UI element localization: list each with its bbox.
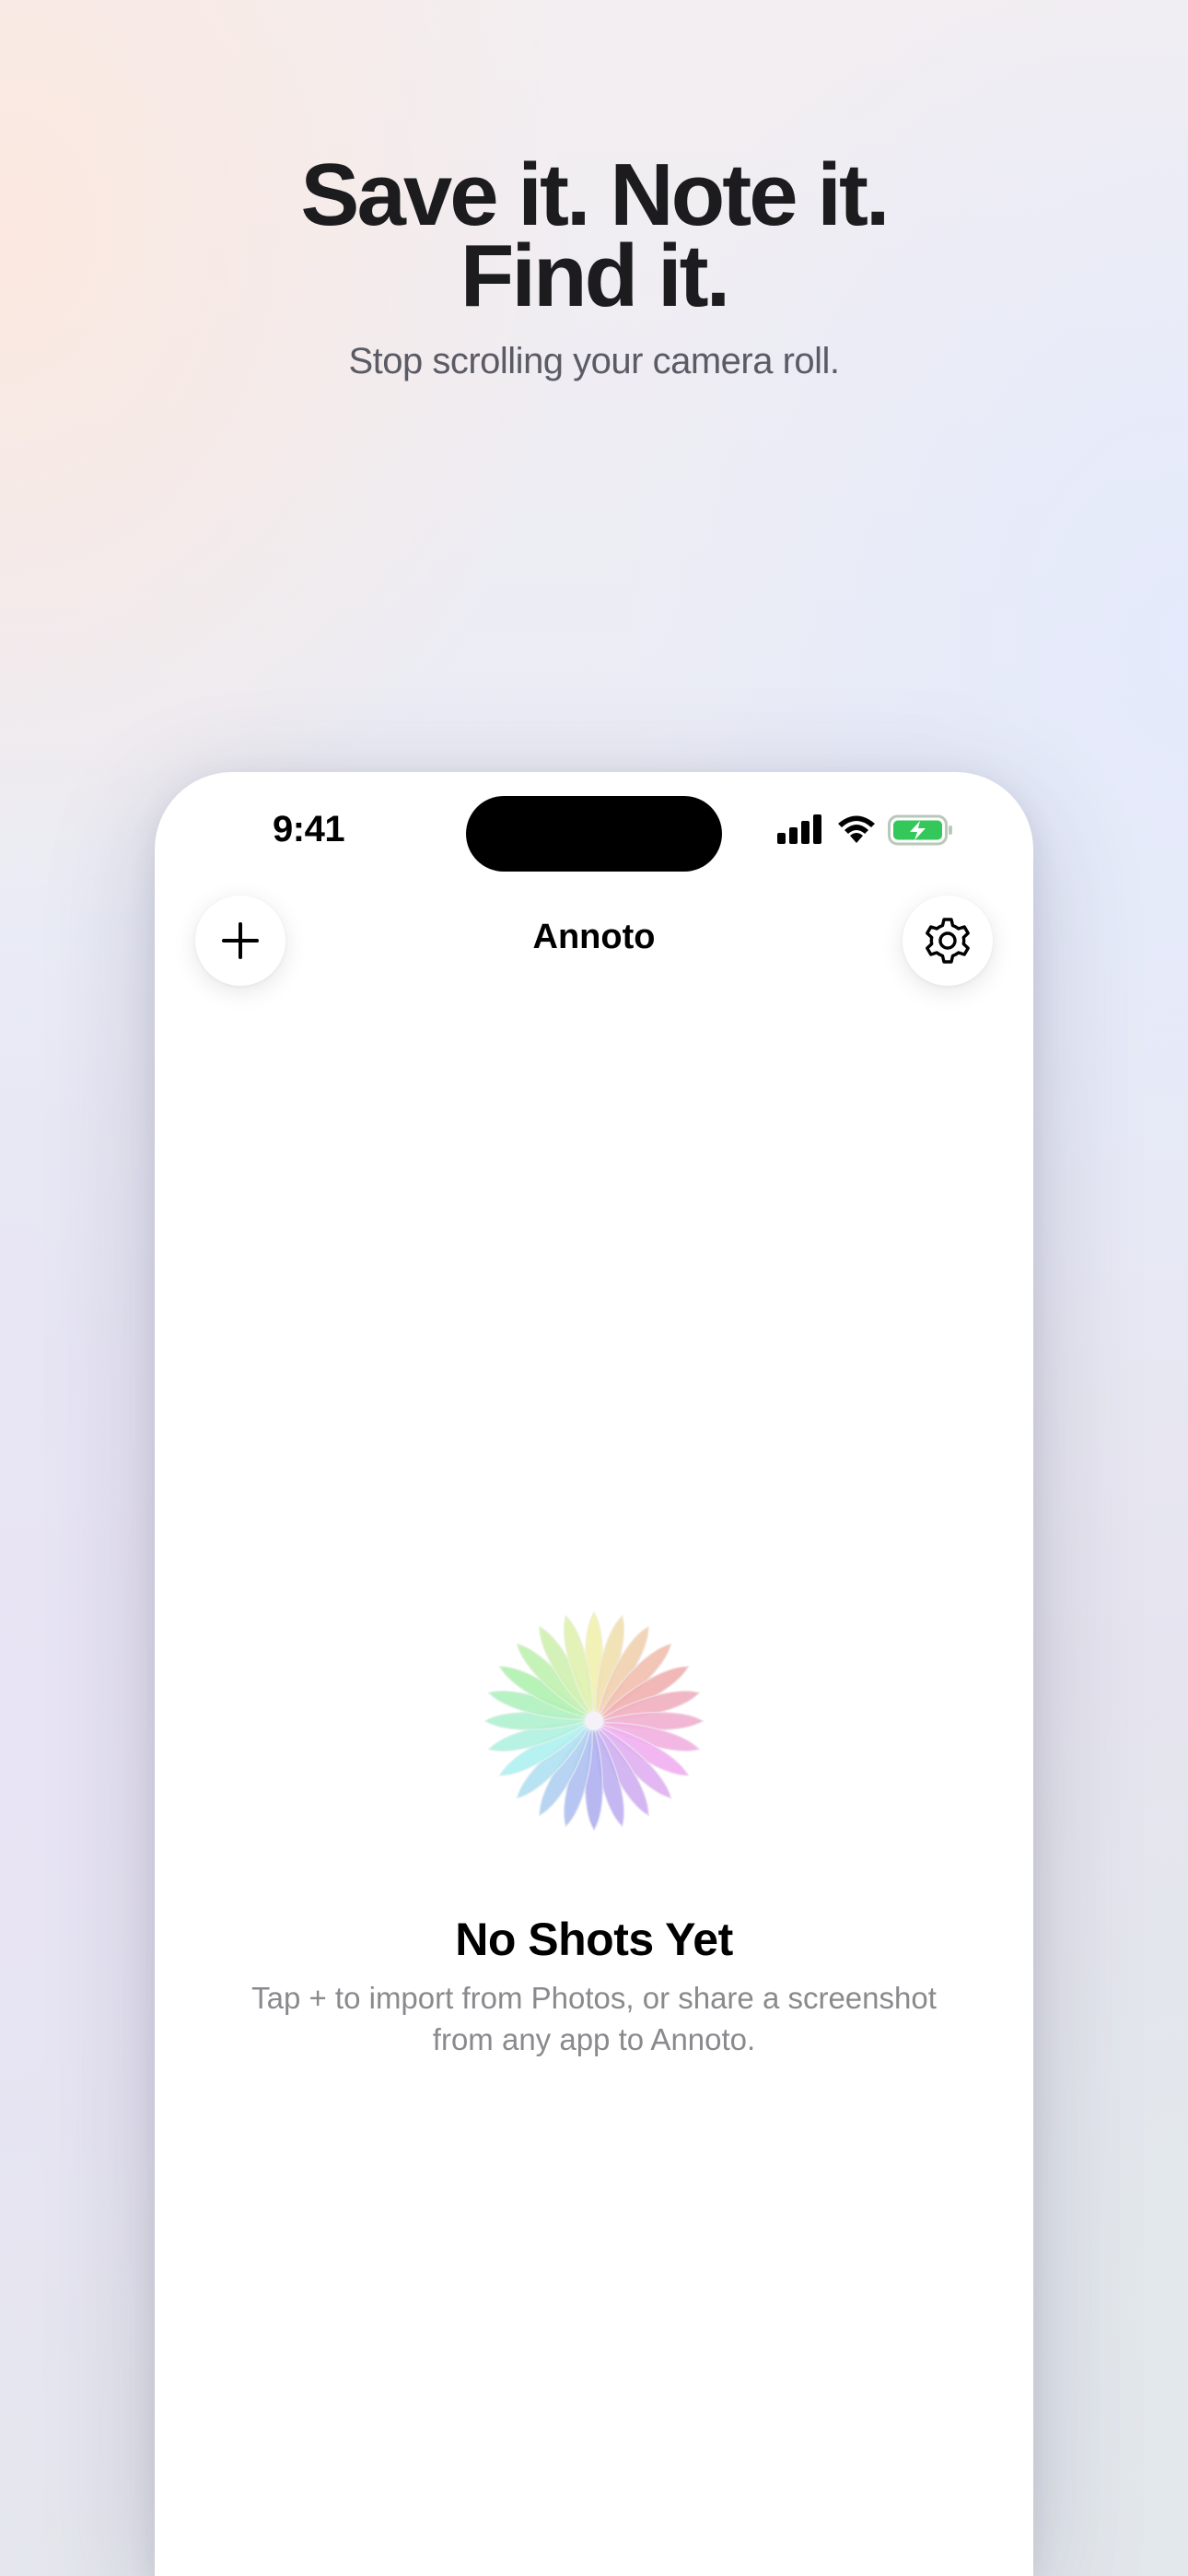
phone-screen: 9:41 Annoto No Shots Yet Tap + to import…: [155, 772, 1033, 2576]
empty-state-title: No Shots Yet: [455, 1914, 733, 1965]
nav-title: Annoto: [532, 918, 656, 956]
status-time: 9:41: [273, 809, 345, 849]
headline: Save it. Note it. Find it.: [0, 146, 1188, 325]
gear-icon: [926, 918, 970, 964]
flower-center: [585, 1712, 603, 1730]
empty-state-message: Tap + to import from Photos, or share a …: [226, 1977, 962, 2060]
headline-line-1: Save it. Note it.: [300, 146, 890, 244]
dynamic-island: [466, 796, 722, 872]
cellular-signal-icon: [777, 814, 821, 844]
headline-line-2: Find it.: [460, 227, 731, 325]
empty-state-message-line-2: from any app to Annoto.: [432, 2022, 756, 2056]
empty-state-message-line-1: Tap + to import from Photos, or share a …: [251, 1981, 937, 2015]
wifi-icon: [838, 815, 875, 843]
settings-button[interactable]: [903, 896, 993, 986]
subheadline: Stop scrolling your camera roll.: [348, 341, 840, 381]
battery-charging-icon: [888, 814, 952, 846]
status-icons: [777, 814, 961, 851]
photos-flower-icon: [483, 1610, 705, 1832]
